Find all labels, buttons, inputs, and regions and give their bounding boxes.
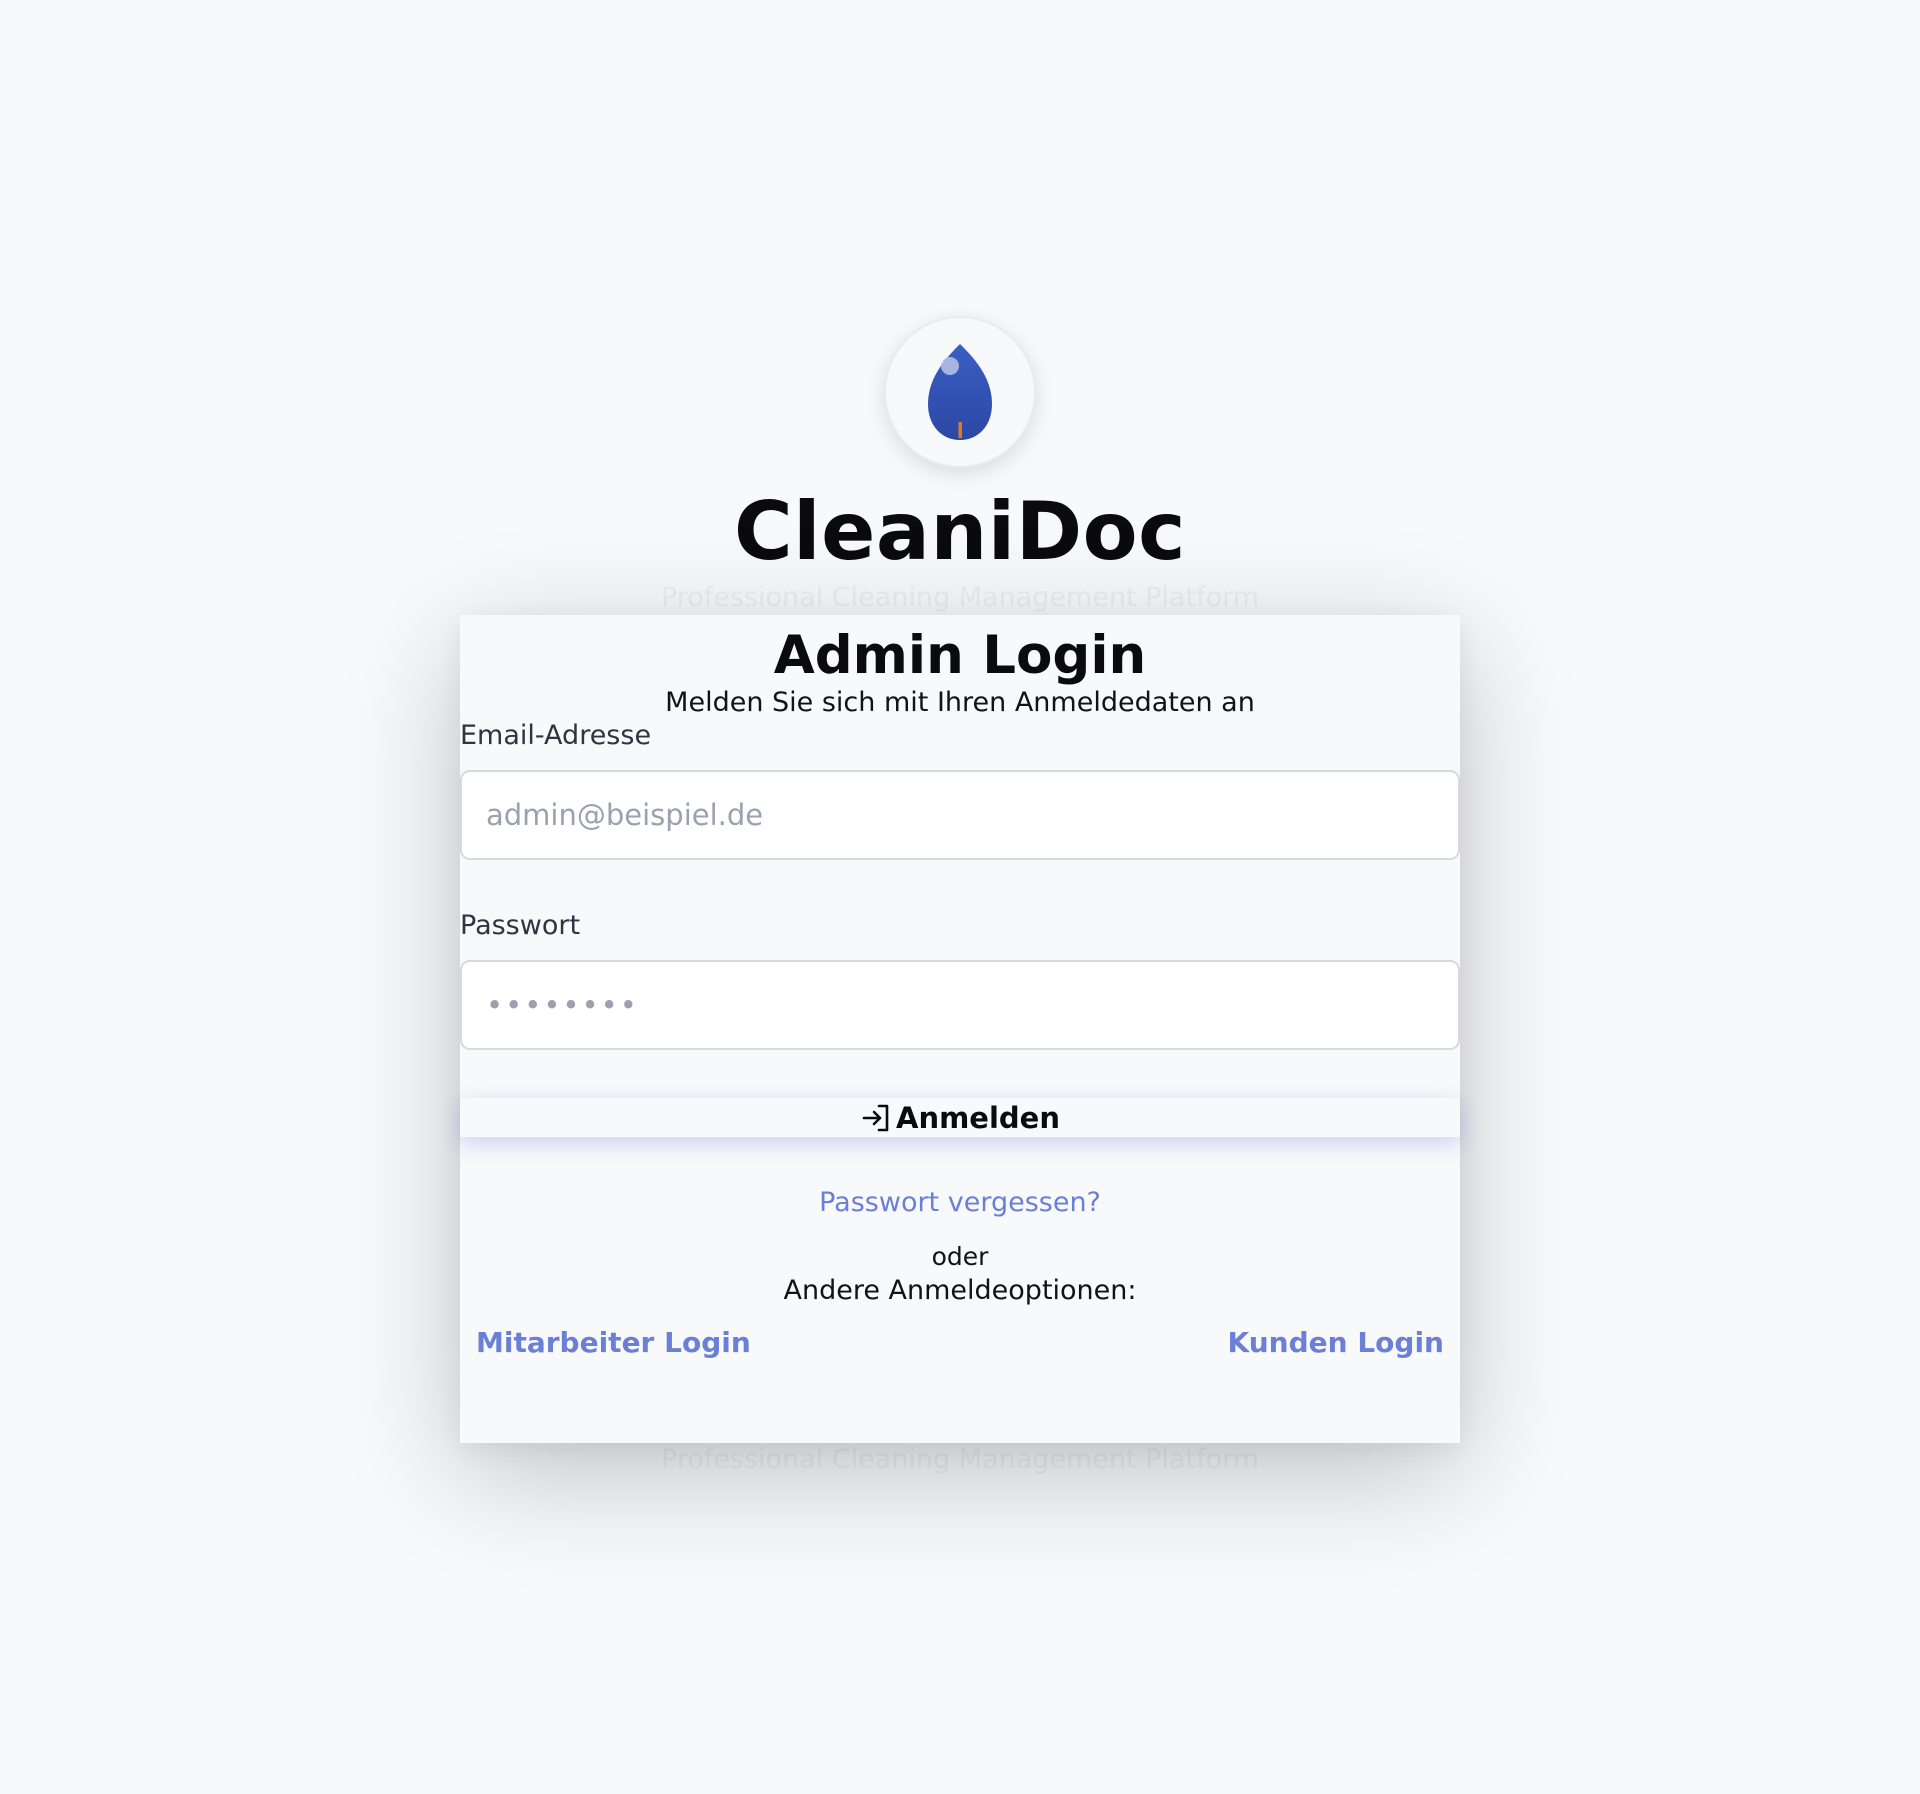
email-label: Email-Adresse: [460, 720, 652, 751]
card-subtitle: Melden Sie sich mit Ihren Anmeldedaten a…: [665, 687, 1255, 718]
customer-login-link[interactable]: Kunden Login: [1228, 1325, 1444, 1361]
logo-badge: [884, 316, 1036, 468]
password-label: Passwort: [460, 910, 581, 941]
login-arrow-icon: [862, 1104, 889, 1131]
email-field[interactable]: [460, 770, 1460, 860]
brand-tagline: Professional Cleaning Management Platfor…: [660, 582, 1260, 613]
water-drop-icon: [928, 344, 992, 440]
brand-name: CleaniDoc: [733, 485, 1187, 578]
footer-tagline: Professional Cleaning Management Platfor…: [660, 1444, 1260, 1475]
employee-login-link[interactable]: Mitarbeiter Login: [476, 1325, 751, 1361]
login-button-label: Anmelden: [896, 1100, 1060, 1135]
forgot-password-link[interactable]: Passwort vergessen?: [460, 1185, 1460, 1221]
other-options-label: Andere Anmeldeoptionen:: [783, 1275, 1137, 1306]
password-field[interactable]: [460, 960, 1460, 1050]
login-card: Admin Login Melden Sie sich mit Ihren An…: [460, 615, 1460, 1443]
login-button[interactable]: Anmelden: [460, 1098, 1460, 1137]
login-page: CleaniDoc Professional Cleaning Manageme…: [0, 0, 1920, 1794]
card-title: Admin Login: [773, 625, 1147, 686]
divider-text: oder: [931, 1242, 989, 1271]
